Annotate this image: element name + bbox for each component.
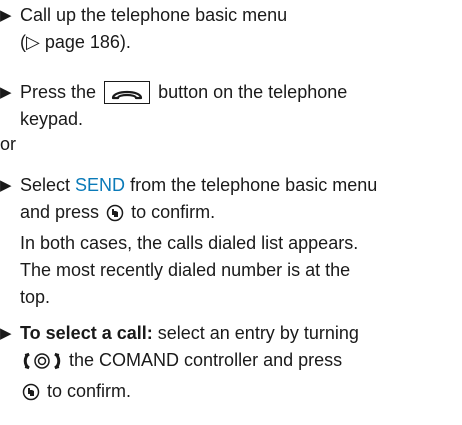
step-text: The most recently dialed number is at th…: [20, 260, 351, 280]
step-text: Call up the telephone basic menu: [20, 5, 288, 25]
phone-button-icon: [104, 81, 151, 104]
step-text: to confirm.: [47, 381, 132, 401]
step-text: top.: [20, 287, 51, 307]
step-text: In both cases, the calls dialed list app…: [20, 233, 359, 253]
step-text: to confirm.: [131, 202, 216, 222]
send-menu-item: SEND: [75, 175, 126, 195]
press-controller-icon: [22, 382, 40, 409]
step-text: keypad.: [20, 109, 84, 129]
page-reference: (▷ page 186).: [20, 32, 131, 52]
bullet-icon: ▶: [0, 84, 12, 101]
step-text: button on the telephone: [158, 82, 348, 102]
step-call-up-menu: ▶ Call up the telephone basic menu (▷ pa…: [0, 2, 462, 56]
bullet-icon: ▶: [0, 7, 12, 24]
step-text: Select: [20, 175, 71, 195]
step-heading: To select a call:: [20, 323, 153, 343]
turn-controller-icon: [22, 351, 62, 378]
step-text: and press: [20, 202, 100, 222]
bullet-icon: ▶: [0, 325, 12, 342]
step-text: the COMAND controller and press: [69, 350, 343, 370]
or-separator: or: [0, 134, 17, 154]
step-text: select an entry by turning: [157, 323, 359, 343]
step-press-phone-button: ▶ Press the button on the telephone keyp…: [0, 79, 462, 133]
step-select-send: ▶ Select SEND from the telephone basic m…: [0, 172, 462, 311]
bullet-icon: ▶: [0, 177, 12, 194]
instruction-page: ▶ Call up the telephone basic menu (▷ pa…: [0, 0, 462, 425]
step-text: Press the: [20, 82, 97, 102]
press-controller-icon: [106, 203, 124, 230]
step-text: from the telephone basic menu: [130, 175, 378, 195]
step-select-call: ▶ To select a call: select an entry by t…: [0, 320, 462, 409]
